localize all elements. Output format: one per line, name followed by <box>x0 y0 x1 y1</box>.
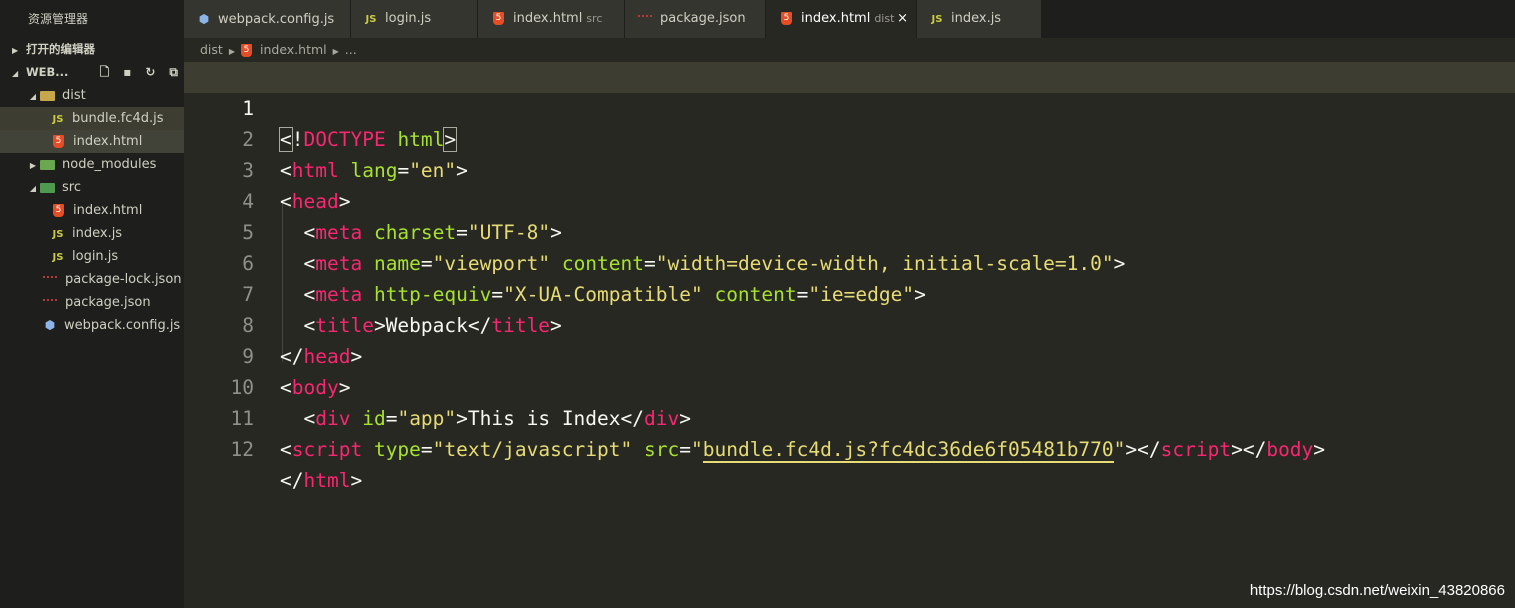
html-file-icon: 5 <box>781 12 792 25</box>
code-line[interactable]: 12 </html> <box>184 403 1515 492</box>
json-file-icon <box>43 276 57 283</box>
code-line[interactable]: 4 <meta charset="UTF-8"> <box>184 155 1515 244</box>
tree-folder-src[interactable]: ◢ src <box>0 176 184 199</box>
breadcrumb-more[interactable]: ... <box>345 42 357 57</box>
tree-file-dist-index-html[interactable]: 5 index.html <box>0 130 184 153</box>
chevron-right-icon: ▶ <box>12 46 19 55</box>
json-file-icon <box>638 15 652 22</box>
tree-file-webpack-config[interactable]: ⬢ webpack.config.js <box>0 314 184 337</box>
code-text: <script type="text/javascript" src="bund… <box>280 438 1326 463</box>
tab-package-json[interactable]: package.json <box>625 0 766 38</box>
tab-webpack-config[interactable]: ⬢ webpack.config.js <box>184 0 351 38</box>
tab-login-js[interactable]: JS login.js <box>351 0 478 38</box>
code-line[interactable]: 3 <head> <box>184 124 1515 213</box>
chevron-down-icon: ◢ <box>29 184 37 193</box>
js-file-icon: JS <box>931 14 943 25</box>
project-section[interactable]: ◢ WEB... 🗋 ▪ ↻ ⧉ <box>0 61 184 84</box>
js-file-icon: JS <box>52 252 64 263</box>
js-file-icon: JS <box>52 114 64 125</box>
new-folder-icon[interactable]: ▪ <box>123 61 131 84</box>
tree-folder-node-modules[interactable]: ▶ node_modules <box>0 153 184 176</box>
code-line[interactable]: 8 </head> <box>184 279 1515 368</box>
editor-tabs: ⬢ webpack.config.js JS login.js 5 index.htm… <box>184 0 1515 38</box>
code-line[interactable]: 10 <div id="app">This is Index</div> <box>184 341 1515 430</box>
explorer-title: 资源管理器 <box>28 12 89 26</box>
refresh-icon[interactable]: ↻ <box>145 61 155 84</box>
webpack-icon: ⬢ <box>44 318 56 332</box>
tree-file-login-js[interactable]: JS login.js <box>0 245 184 268</box>
close-icon[interactable]: × <box>897 0 908 38</box>
code-line[interactable]: 2 <html lang="en"> <box>184 93 1515 182</box>
chevron-right-icon: ▶ <box>228 47 235 56</box>
tab-index-html-src[interactable]: 5 index.html src <box>478 0 625 38</box>
tab-index-js[interactable]: JS index.js <box>917 0 1042 38</box>
explorer-sidebar: 资源管理器 ▶ 打开的编辑器 ◢ WEB... 🗋 ▪ ↻ ⧉ ◢ dist JS bu… <box>0 0 184 608</box>
watermark: https://blog.csdn.net/weixin_43820866 <box>1249 582 1505 599</box>
new-file-icon[interactable]: 🗋 <box>100 61 110 84</box>
collapse-all-icon[interactable]: ⧉ <box>169 61 178 84</box>
chevron-right-icon: ▶ <box>332 47 339 56</box>
tree-file-package-json[interactable]: package.json <box>0 291 184 314</box>
code-line[interactable]: 9 <body> <box>184 310 1515 399</box>
code-line[interactable]: 6 <meta http-equiv="X-UA-Compatible" con… <box>184 217 1515 306</box>
tree-folder-dist[interactable]: ◢ dist <box>0 84 184 107</box>
js-file-icon: JS <box>365 14 377 25</box>
tab-index-html-dist[interactable]: 5 index.html dist × <box>766 0 917 38</box>
webpack-icon: ⬢ <box>198 12 210 26</box>
chevron-down-icon: ◢ <box>12 69 19 78</box>
chevron-right-icon: ▶ <box>29 161 37 170</box>
code-line[interactable]: 11 <script type="text/javascript" src="b… <box>184 372 1515 463</box>
html-file-icon: 5 <box>53 135 64 148</box>
code-line[interactable]: 1 <!DOCTYPE html> <box>184 62 1515 152</box>
breadcrumb-folder[interactable]: dist <box>200 42 223 57</box>
folder-icon <box>40 90 55 101</box>
code-editor[interactable]: 1 <!DOCTYPE html> 2 <html lang="en"> 3 <… <box>184 62 1515 608</box>
html-file-icon: 5 <box>240 44 252 57</box>
tree-file-package-lock[interactable]: package-lock.json <box>0 268 184 291</box>
node-folder-icon <box>40 159 55 170</box>
code-text: </html> <box>280 469 363 492</box>
open-editors-section[interactable]: ▶ 打开的编辑器 <box>0 38 184 61</box>
code-line[interactable]: 5 <meta name="viewport" content="width=d… <box>184 186 1515 275</box>
tree-file-src-index-html[interactable]: 5 index.html <box>0 199 184 222</box>
html-file-icon: 5 <box>493 12 504 25</box>
tree-file-index-js[interactable]: JS index.js <box>0 222 184 245</box>
html-file-icon: 5 <box>53 204 64 217</box>
chevron-down-icon: ◢ <box>29 92 37 101</box>
js-file-icon: JS <box>52 229 64 240</box>
code-line[interactable]: 7 <title>Webpack</title> <box>184 248 1515 337</box>
tree-file-bundle[interactable]: JS bundle.fc4d.js <box>0 107 184 130</box>
breadcrumb: dist ▶ 5 index.html ▶... <box>184 38 1515 62</box>
src-folder-icon <box>40 182 55 193</box>
line-number: 12 <box>230 438 254 461</box>
json-file-icon <box>43 299 57 306</box>
breadcrumb-file[interactable]: index.html <box>260 42 327 57</box>
